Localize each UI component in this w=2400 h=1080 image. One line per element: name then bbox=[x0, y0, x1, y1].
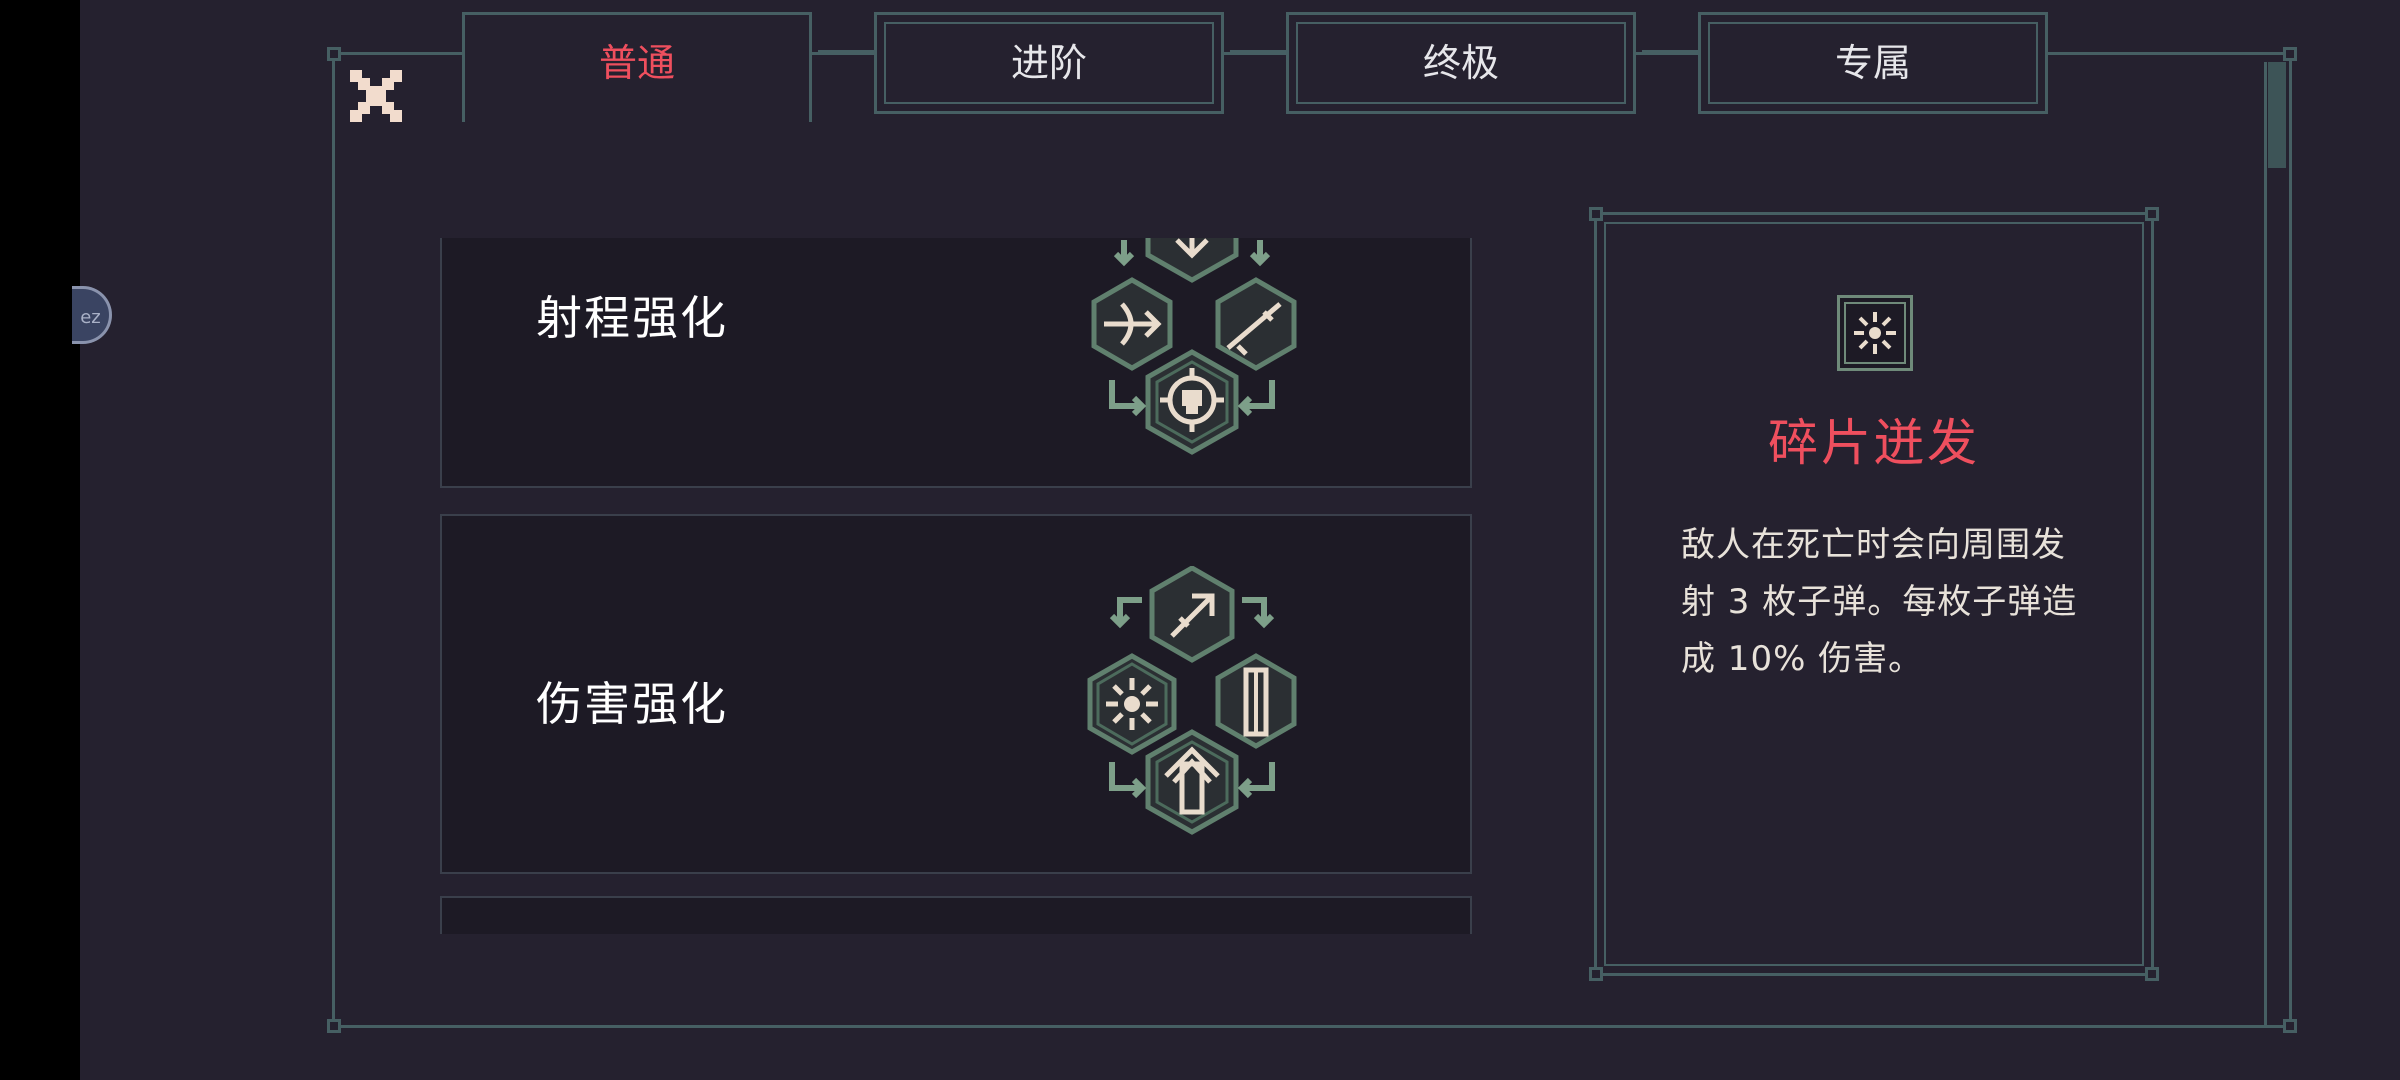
detail-description: 敌人在死亡时会向周围发射 3 枚子弹。每枚子弹造成 10% 伤害。 bbox=[1681, 525, 2078, 679]
crossbow-icon[interactable] bbox=[1091, 277, 1173, 371]
tab-label: 进阶 bbox=[1010, 41, 1087, 85]
panel-corner bbox=[1589, 967, 1603, 981]
panel-corner bbox=[2283, 47, 2297, 61]
scrollbar-thumb[interactable] bbox=[2268, 62, 2286, 168]
upgrade-title: 射程强化 bbox=[536, 291, 728, 345]
tab-advanced[interactable]: 进阶 bbox=[874, 12, 1224, 114]
floating-assist-bubble[interactable]: ez bbox=[72, 286, 112, 344]
close-icon[interactable] bbox=[350, 70, 402, 122]
bullet-crown-icon[interactable] bbox=[1145, 729, 1239, 835]
upgrade-card-damage[interactable]: 伤害强化 bbox=[440, 514, 1472, 874]
damage-upgrade-tree bbox=[1087, 566, 1297, 835]
arrow-turn-icon bbox=[1109, 380, 1147, 417]
arrow-down-icon bbox=[1249, 240, 1271, 267]
upgrade-detail-panel: 碎片迸发 敌人在死亡时会向周围发射 3 枚子弹。每枚子弹造成 10% 伤害。 bbox=[1589, 207, 2159, 981]
arrow-turn-icon bbox=[1237, 380, 1275, 417]
arrow-down-icon bbox=[1113, 240, 1135, 267]
arrow-turn-icon bbox=[1237, 762, 1275, 799]
tab-label: 专属 bbox=[1834, 41, 1911, 85]
tab-label: 普通 bbox=[598, 41, 675, 85]
panel-corner bbox=[327, 47, 341, 61]
tab-ultimate[interactable]: 终极 bbox=[1286, 12, 1636, 114]
arrow-turn-icon bbox=[1109, 762, 1147, 799]
arrow-turn-icon bbox=[1109, 597, 1142, 629]
shatter-burst-icon[interactable] bbox=[1087, 653, 1177, 755]
upgrade-card-next[interactable] bbox=[440, 896, 1472, 934]
skull-crosshair-icon[interactable] bbox=[1145, 349, 1239, 455]
shell-casing-icon[interactable] bbox=[1215, 653, 1297, 749]
upgrade-card-range[interactable]: 射程强化 bbox=[440, 238, 1472, 488]
tab-exclusive[interactable]: 专属 bbox=[1698, 12, 2048, 114]
shatter-burst-icon bbox=[1837, 295, 1913, 371]
detail-title: 碎片迸发 bbox=[1768, 414, 1980, 472]
tab-label: 终极 bbox=[1422, 41, 1499, 85]
panel-corner bbox=[2145, 207, 2159, 221]
crossbow-top-icon[interactable] bbox=[1145, 238, 1239, 283]
scrollbar-track[interactable] bbox=[2264, 62, 2288, 1028]
panel-corner bbox=[327, 1019, 341, 1033]
upgrade-list[interactable]: 射程强化 伤害强化 bbox=[440, 238, 1472, 934]
rifle-icon[interactable] bbox=[1215, 277, 1297, 371]
tab-connector bbox=[818, 50, 874, 54]
panel-corner bbox=[1589, 207, 1603, 221]
bullet-streak-icon[interactable] bbox=[1149, 566, 1235, 663]
tab-connector bbox=[1642, 50, 1698, 54]
tab-normal[interactable]: 普通 bbox=[462, 12, 812, 122]
upgrade-title: 伤害强化 bbox=[536, 677, 728, 731]
left-black-strip bbox=[0, 0, 80, 1080]
tab-connector bbox=[1230, 50, 1286, 54]
arrow-turn-icon bbox=[1242, 597, 1275, 629]
range-upgrade-tree bbox=[1091, 238, 1297, 455]
panel-corner bbox=[2145, 967, 2159, 981]
